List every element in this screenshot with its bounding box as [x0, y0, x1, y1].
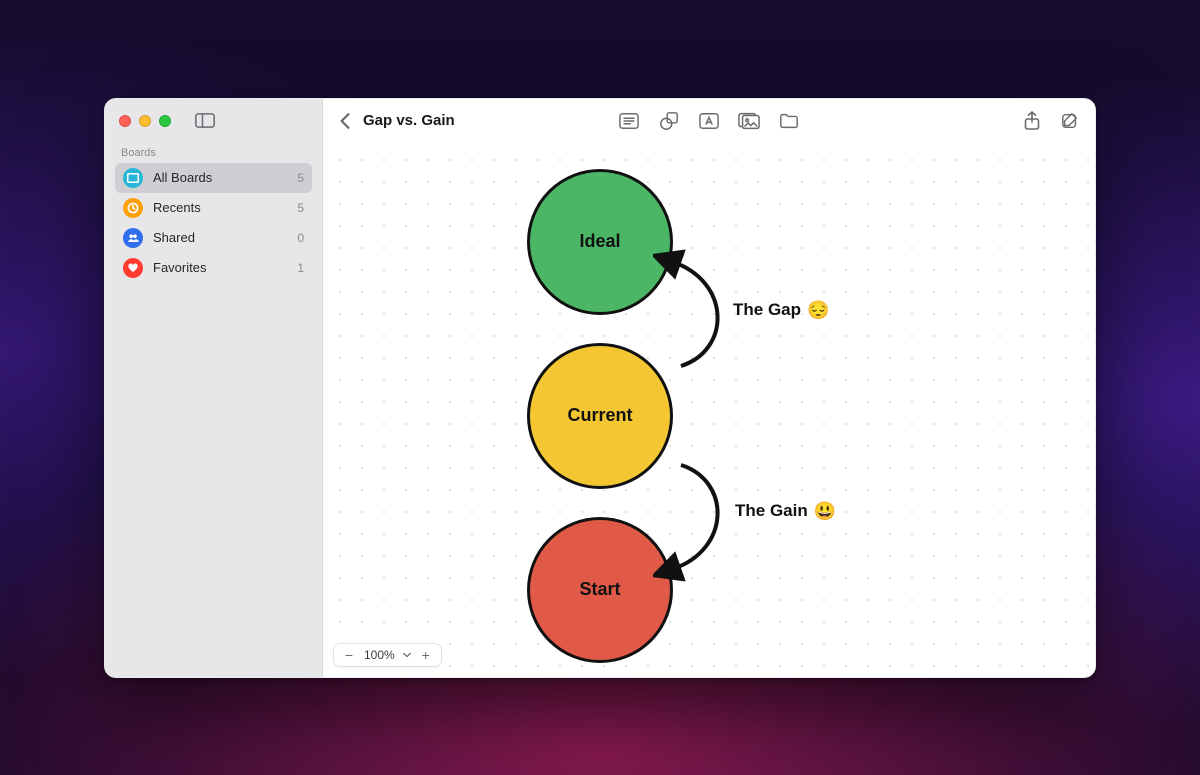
clock-icon: [123, 198, 143, 218]
zoom-out-button[interactable]: −: [342, 648, 356, 662]
sidebar-item-favorites[interactable]: Favorites 1: [115, 253, 312, 283]
sidebar-item-count: 0: [297, 231, 304, 245]
sidebar-item-count: 5: [297, 201, 304, 215]
happy-face-icon: 😃: [814, 501, 836, 522]
zoom-value[interactable]: 100%: [364, 648, 395, 662]
heart-icon: [123, 258, 143, 278]
toggle-sidebar-button[interactable]: [195, 113, 215, 129]
insert-text-button[interactable]: [698, 110, 720, 132]
board-canvas[interactable]: Ideal Current Start The Gap 😔 The Gain 😃: [323, 143, 1095, 677]
sidebar-item-label: Favorites: [153, 260, 206, 275]
grid-icon: [123, 168, 143, 188]
window-close-button[interactable]: [119, 115, 131, 127]
insert-note-button[interactable]: [618, 110, 640, 132]
board-title: Gap vs. Gain: [363, 112, 455, 129]
insert-toolbar: [618, 110, 800, 132]
sidebar-item-all-boards[interactable]: All Boards 5: [115, 163, 312, 193]
sidebar-item-count: 1: [297, 261, 304, 275]
share-button[interactable]: [1021, 110, 1043, 132]
sidebar-item-label: All Boards: [153, 170, 212, 185]
sidebar-item-label: Shared: [153, 230, 195, 245]
node-ideal[interactable]: Ideal: [527, 169, 673, 315]
node-label: Start: [579, 579, 620, 600]
sidebar-item-label: Recents: [153, 200, 201, 215]
insert-image-button[interactable]: [738, 110, 760, 132]
insert-file-button[interactable]: [778, 110, 800, 132]
app-window: Boards All Boards 5 Recents 5 Shared 0: [104, 98, 1096, 678]
annotation-gap[interactable]: The Gap 😔: [733, 300, 829, 321]
node-current[interactable]: Current: [527, 343, 673, 489]
sad-face-icon: 😔: [807, 300, 829, 321]
sidebar: Boards All Boards 5 Recents 5 Shared 0: [105, 99, 323, 677]
main-area: Gap vs. Gain Ideal Current Start: [323, 99, 1095, 677]
zoom-in-button[interactable]: +: [419, 648, 433, 662]
node-label: Current: [567, 405, 632, 426]
chevron-down-icon[interactable]: [403, 651, 411, 659]
zoom-control: − 100% +: [333, 643, 442, 667]
toolbar: Gap vs. Gain: [323, 99, 1095, 143]
sidebar-item-recents[interactable]: Recents 5: [115, 193, 312, 223]
window-minimize-button[interactable]: [139, 115, 151, 127]
annotation-gain[interactable]: The Gain 😃: [735, 501, 836, 522]
sidebar-item-count: 5: [297, 171, 304, 185]
window-zoom-button[interactable]: [159, 115, 171, 127]
annotation-text: The Gain: [735, 501, 808, 521]
window-traffic-lights: [119, 115, 171, 127]
node-start[interactable]: Start: [527, 517, 673, 663]
people-icon: [123, 228, 143, 248]
node-label: Ideal: [579, 231, 620, 252]
sidebar-item-shared[interactable]: Shared 0: [115, 223, 312, 253]
compose-button[interactable]: [1059, 110, 1081, 132]
sidebar-section-label: Boards: [115, 147, 312, 163]
insert-shape-button[interactable]: [658, 110, 680, 132]
annotation-text: The Gap: [733, 300, 801, 320]
titlebar-controls: [115, 111, 312, 131]
back-button[interactable]: [337, 110, 353, 132]
